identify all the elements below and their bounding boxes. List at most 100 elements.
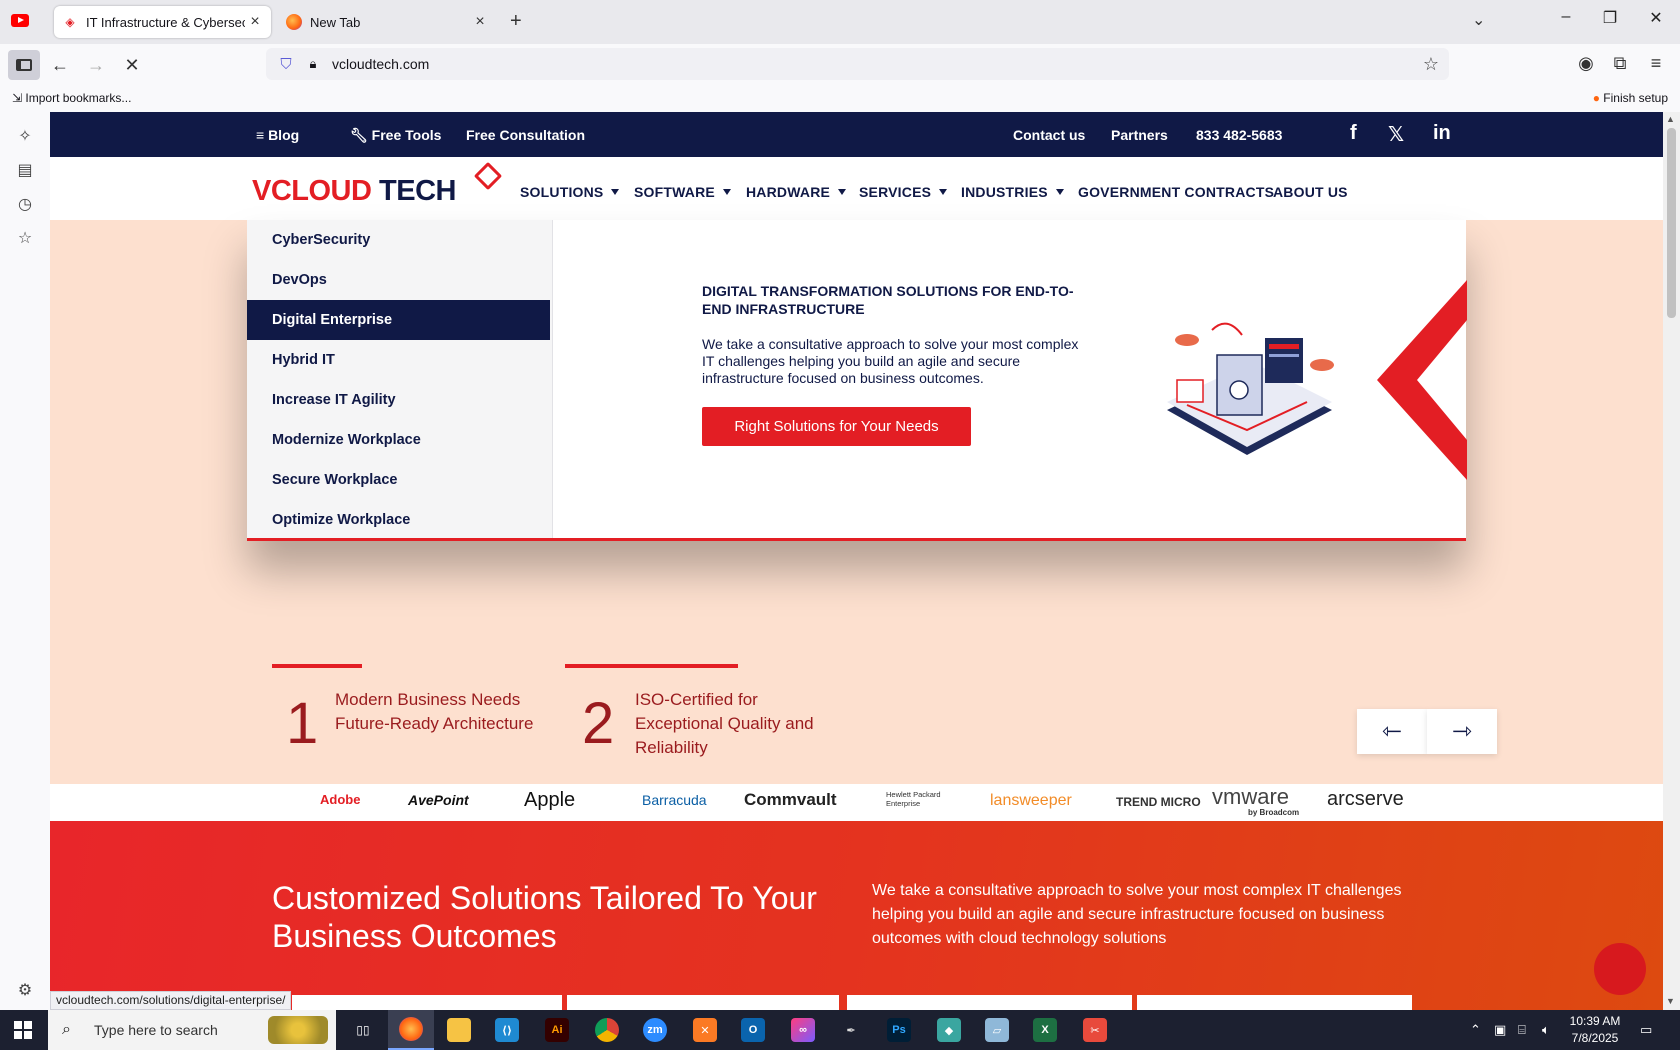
illustrator-icon[interactable]: Ai [534, 1010, 580, 1050]
tab-vcloudtech[interactable]: ◈ IT Infrastructure & Cybersecurit × [54, 6, 271, 38]
nav-government-contracts[interactable]: GOVERNMENT CONTRACTS [1078, 184, 1274, 200]
free-consultation-link[interactable]: Free Consultation [466, 127, 585, 143]
import-bookmarks-link[interactable]: ⇲ Import bookmarks... [12, 91, 131, 105]
blog-link[interactable]: ≡ Blog [256, 127, 299, 143]
close-tab-icon[interactable]: × [245, 13, 265, 31]
menu-item-hybrid-it[interactable]: Hybrid IT [247, 340, 550, 380]
menu-item-secure-workplace[interactable]: Secure Workplace [247, 460, 550, 500]
bookmarks-star-icon[interactable]: ☆ [15, 228, 35, 248]
taskbar-search-box[interactable]: ⌕ Type here to search [48, 1010, 336, 1050]
taskbar-clock[interactable]: 10:39 AM 7/8/2025 [1560, 1013, 1630, 1047]
scroll-down-arrow-icon[interactable]: ▼ [1666, 996, 1675, 1006]
lock-icon[interactable]: 🔒︎ [304, 56, 322, 72]
synced-tabs-icon[interactable]: ▤ [15, 160, 35, 180]
menu-item-cybersecurity[interactable]: CyberSecurity [247, 220, 550, 260]
right-solutions-button[interactable]: Right Solutions for Your Needs [702, 407, 971, 446]
browser-nav-bar: ← → ✕ ⛉ 🔒︎ vcloudtech.com ☆ ◉ ⧉ ≡ [0, 44, 1680, 84]
nav-software[interactable]: SOFTWARE [634, 184, 731, 200]
address-bar[interactable]: ⛉ 🔒︎ vcloudtech.com ☆ [266, 48, 1449, 80]
bookmark-star-icon[interactable]: ☆ [1423, 54, 1439, 75]
vcloudtech-favicon-icon: ◈ [65, 15, 75, 29]
menu-item-devops[interactable]: DevOps [247, 260, 550, 300]
next-arrow-button[interactable]: ⇾ [1427, 709, 1497, 754]
pen-tool-icon[interactable]: ✒ [828, 1010, 874, 1050]
solution-card[interactable] [1137, 995, 1412, 1010]
new-tab-plus-icon[interactable]: + [510, 10, 522, 33]
finish-setup-button[interactable]: ● Finish setup [1593, 91, 1668, 105]
zoom-icon[interactable]: zm [632, 1010, 678, 1050]
creative-cloud-icon[interactable]: ∞ [780, 1010, 826, 1050]
chat-widget-button[interactable] [1594, 943, 1646, 995]
vscode-icon[interactable]: ⟨⟩ [484, 1010, 530, 1050]
snipping-tool-icon[interactable]: ✂ [1072, 1010, 1118, 1050]
menu-item-increase-it-agility[interactable]: Increase IT Agility [247, 380, 550, 420]
back-arrow-icon[interactable]: ← [44, 50, 76, 80]
youtube-icon[interactable] [11, 14, 29, 27]
file-explorer-icon[interactable] [436, 1010, 482, 1050]
tray-device-icon[interactable]: ▣ [1494, 1022, 1506, 1038]
tab-new-tab[interactable]: New Tab × [278, 6, 496, 38]
chevron-down-icon[interactable]: ⌄ [1472, 10, 1485, 30]
nav-solutions[interactable]: SOLUTIONS [520, 184, 620, 200]
linkedin-icon[interactable]: in [1433, 122, 1451, 145]
firefox-icon: ● [1592, 91, 1600, 105]
prev-arrow-button[interactable]: ⇽ [1357, 709, 1427, 754]
nav-about-us[interactable]: ABOUT US [1273, 184, 1348, 200]
page-scrollbar[interactable]: ▲ ▼ [1663, 112, 1680, 1010]
feature-2-bar [565, 664, 738, 668]
firefox-favicon-icon [286, 14, 302, 30]
browser-sidebar: ✧ ▤ ◷ ☆ ⚙ [0, 112, 50, 1010]
menu-hamburger-icon[interactable]: ≡ [1644, 53, 1668, 74]
url-text[interactable]: vcloudtech.com [332, 56, 429, 72]
extensions-icon[interactable]: ⧉ [1608, 53, 1632, 74]
minimize-icon[interactable]: – [1554, 8, 1578, 26]
chrome-icon[interactable] [584, 1010, 630, 1050]
network-icon[interactable]: ⌸ [1518, 1022, 1526, 1038]
windows-start-icon[interactable] [14, 1021, 32, 1039]
red-chevron-decoration-icon [1377, 280, 1467, 480]
nav-hardware[interactable]: HARDWARE [746, 184, 847, 200]
excel-icon[interactable]: X [1022, 1010, 1068, 1050]
close-window-icon[interactable]: ✕ [1644, 8, 1668, 28]
contact-us-link[interactable]: Contact us [1013, 127, 1085, 143]
facebook-icon[interactable]: f [1350, 122, 1357, 145]
settings-gear-icon[interactable]: ⚙ [15, 980, 35, 1000]
history-clock-icon[interactable]: ◷ [15, 194, 35, 214]
feature-2-text: ISO-Certified for Exceptional Quality an… [635, 690, 814, 757]
scrollbar-thumb[interactable] [1667, 128, 1676, 318]
photoshop-icon[interactable]: Ps [876, 1010, 922, 1050]
task-view-icon[interactable]: ▯▯ [340, 1010, 386, 1050]
solution-card[interactable] [567, 995, 839, 1010]
solution-card[interactable] [292, 995, 562, 1010]
volume-icon[interactable]: 🔈︎ [1542, 1022, 1550, 1038]
outlook-icon[interactable]: O [730, 1010, 776, 1050]
sidebar-toggle-icon[interactable] [8, 50, 40, 80]
restore-icon[interactable]: ❐ [1598, 8, 1622, 28]
menu-item-modernize-workplace[interactable]: Modernize Workplace [247, 420, 550, 460]
logo-cloud: CLOUD [270, 175, 372, 207]
stop-loading-icon[interactable]: ✕ [116, 50, 148, 80]
firefox-taskbar-icon[interactable] [388, 1010, 434, 1050]
free-tools-link[interactable]: 🔧︎ Free Tools [350, 127, 441, 144]
nav-industries[interactable]: INDUSTRIES [961, 184, 1064, 200]
account-icon[interactable]: ◉ [1574, 53, 1598, 74]
close-tab-icon[interactable]: × [470, 13, 490, 31]
menu-item-optimize-workplace[interactable]: Optimize Workplace [247, 500, 550, 540]
app-cube-icon[interactable]: ◆ [926, 1010, 972, 1050]
partners-link[interactable]: Partners [1111, 127, 1168, 143]
scroll-up-arrow-icon[interactable]: ▲ [1666, 114, 1675, 124]
phone-link[interactable]: 833 482-5683 [1196, 127, 1282, 143]
hpe-logo: Hewlett Packard Enterprise [886, 790, 941, 808]
notifications-icon[interactable]: ▭ [1640, 1022, 1652, 1038]
shield-icon[interactable]: ⛉ [276, 56, 296, 73]
nav-services[interactable]: SERVICES [859, 184, 948, 200]
x-twitter-icon[interactable]: 𝕏 [1388, 122, 1404, 147]
notes-app-icon[interactable]: ▱ [974, 1010, 1020, 1050]
ai-sparkle-icon[interactable]: ✧ [15, 126, 35, 146]
solution-card[interactable] [847, 995, 1132, 1010]
xampp-icon[interactable]: ✕ [682, 1010, 728, 1050]
menu-item-digital-enterprise[interactable]: Digital Enterprise [247, 300, 550, 340]
vcloud-tech-logo[interactable]: VCLOUD TECH [252, 175, 456, 208]
tray-chevron-up-icon[interactable]: ⌃ [1470, 1022, 1481, 1038]
forward-arrow-icon[interactable]: → [80, 50, 112, 80]
